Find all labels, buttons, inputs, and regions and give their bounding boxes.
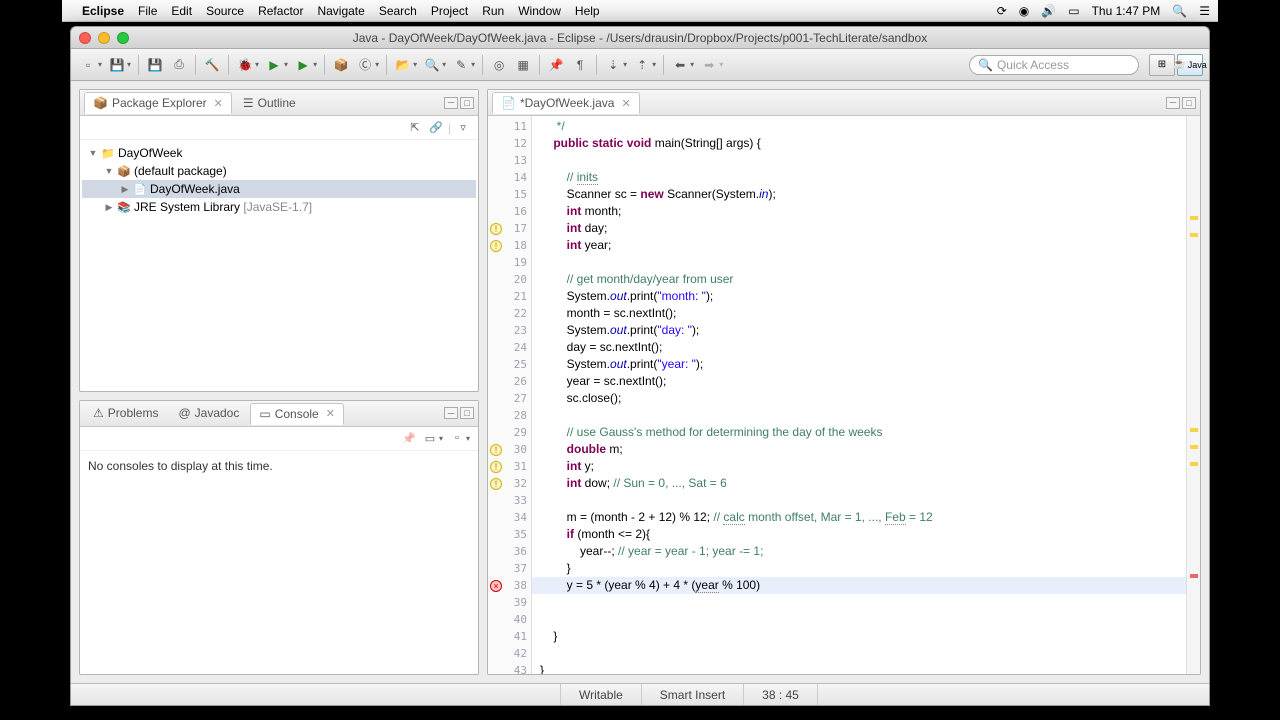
menu-navigate[interactable]: Navigate	[317, 4, 364, 18]
editor-body[interactable]: 1112131415161718192021222324252627282930…	[488, 116, 1200, 674]
menu-project[interactable]: Project	[431, 4, 468, 18]
battery-icon[interactable]: ▭	[1068, 4, 1079, 18]
zoom-window-button[interactable]	[117, 32, 129, 44]
search-button[interactable]: 🔍	[421, 54, 443, 76]
minimize-view-button[interactable]: －	[444, 97, 458, 109]
volume-icon[interactable]: 🔊	[1041, 4, 1056, 18]
new-console-button[interactable]: ▫	[448, 429, 466, 447]
mac-menubar: Eclipse File Edit Source Refactor Navigate Se…	[62, 0, 1218, 22]
menu-icon[interactable]: ☰	[1199, 4, 1210, 18]
tree-project[interactable]: ▼📁DayOfWeek	[82, 144, 476, 162]
java-perspective-button[interactable]: ☕Java	[1177, 54, 1203, 76]
menu-file[interactable]: File	[138, 4, 157, 18]
editor-view: 📄 *DayOfWeek.java ✕ － □ 1112131415161718…	[487, 89, 1201, 675]
maximize-view-button[interactable]: □	[460, 97, 474, 109]
tree-jre[interactable]: ▶📚 JRE System Library [JavaSE-1.7]	[82, 198, 476, 216]
tab-javadoc[interactable]: @Javadoc	[169, 402, 248, 424]
java-file-icon: 📄	[501, 96, 516, 110]
editor-code[interactable]: */ public static void main(String[] args…	[532, 116, 1186, 674]
back-button[interactable]: ⬅	[669, 54, 691, 76]
search-icon: 🔍	[978, 58, 993, 72]
menu-run[interactable]: Run	[482, 4, 504, 18]
close-icon[interactable]: ✕	[621, 97, 630, 110]
app-name[interactable]: Eclipse	[82, 4, 124, 18]
package-icon: 📦	[93, 96, 108, 110]
link-editor-button[interactable]: 🔗	[427, 119, 445, 137]
minimize-view-button[interactable]: －	[1166, 97, 1180, 109]
package-explorer-tab[interactable]: 📦 Package Explorer ✕	[84, 92, 232, 114]
clock[interactable]: Thu 1:47 PM	[1092, 4, 1161, 18]
status-writable: Writable	[561, 684, 642, 705]
wifi-icon[interactable]: ◉	[1019, 4, 1029, 18]
menu-refactor[interactable]: Refactor	[258, 4, 303, 18]
close-icon[interactable]: ✕	[214, 97, 223, 110]
minimize-window-button[interactable]	[98, 32, 110, 44]
toggle-block-button[interactable]: ▦	[512, 54, 534, 76]
overview-ruler[interactable]	[1186, 116, 1200, 674]
show-whitespace-button[interactable]: ¶	[569, 54, 591, 76]
outline-tab[interactable]: ☰ Outline	[234, 92, 305, 114]
new-button[interactable]: ▫	[77, 54, 99, 76]
build-button[interactable]: 🔨	[201, 54, 223, 76]
close-window-button[interactable]	[79, 32, 91, 44]
eclipse-window: Java - DayOfWeek/DayOfWeek.java - Eclips…	[70, 26, 1210, 706]
view-menu-button[interactable]: ▿	[454, 119, 472, 137]
open-type-button[interactable]: 📂	[392, 54, 414, 76]
task-button[interactable]: ✎	[450, 54, 472, 76]
open-perspective-button[interactable]: ⊞	[1149, 54, 1175, 76]
spotlight-icon[interactable]: 🔍	[1172, 4, 1187, 18]
package-explorer-view: 📦 Package Explorer ✕ ☰ Outline － □	[79, 89, 479, 392]
project-tree[interactable]: ▼📁DayOfWeek ▼📦(default package) ▶📄DayOfW…	[80, 140, 478, 391]
outline-icon: ☰	[243, 96, 254, 110]
sync-icon[interactable]: ⟳	[997, 4, 1007, 18]
toggle-mark-button[interactable]: ◎	[488, 54, 510, 76]
status-bar: Writable Smart Insert 38 : 45	[71, 683, 1209, 705]
menu-search[interactable]: Search	[379, 4, 417, 18]
next-annotation-button[interactable]: ⇣	[602, 54, 624, 76]
tab-problems[interactable]: ⚠Problems	[84, 402, 167, 424]
tab-console[interactable]: ▭Console✕	[250, 403, 344, 425]
tree-file[interactable]: ▶📄DayOfWeek.java	[82, 180, 476, 198]
status-insert-mode: Smart Insert	[642, 684, 744, 705]
maximize-view-button[interactable]: □	[1182, 97, 1196, 109]
minimize-view-button[interactable]: －	[444, 407, 458, 419]
main-toolbar: ▫▾ 💾▾ 💾 ⎙ 🔨 🐞▾ ▶▾ ▶▾ 📦 Ⓒ▾ 📂▾ 🔍▾ ✎▾ ◎ ▦ 📌…	[71, 49, 1209, 81]
display-console-button[interactable]: ▭	[421, 429, 439, 447]
window-titlebar[interactable]: Java - DayOfWeek/DayOfWeek.java - Eclips…	[71, 27, 1209, 49]
menu-edit[interactable]: Edit	[171, 4, 192, 18]
menu-window[interactable]: Window	[518, 4, 561, 18]
prev-annotation-button[interactable]: ⇡	[631, 54, 653, 76]
save-button[interactable]: 💾	[106, 54, 128, 76]
collapse-all-button[interactable]: ⇱	[406, 119, 424, 137]
status-cursor-pos: 38 : 45	[744, 684, 818, 705]
new-class-button[interactable]: Ⓒ	[354, 54, 376, 76]
editor-tab[interactable]: 📄 *DayOfWeek.java ✕	[492, 92, 640, 114]
forward-button[interactable]: ➡	[698, 54, 720, 76]
print-button[interactable]: ⎙	[168, 54, 190, 76]
save-all-button[interactable]: 💾	[144, 54, 166, 76]
window-title: Java - DayOfWeek/DayOfWeek.java - Eclips…	[79, 31, 1201, 45]
maximize-view-button[interactable]: □	[460, 407, 474, 419]
console-body: No consoles to display at this time.	[80, 451, 478, 674]
menu-help[interactable]: Help	[575, 4, 600, 18]
pin-button[interactable]: 📌	[545, 54, 567, 76]
tree-package[interactable]: ▼📦(default package)	[82, 162, 476, 180]
pin-console-button[interactable]: 📌	[400, 429, 418, 447]
quick-access-input[interactable]: 🔍 Quick Access	[969, 55, 1139, 75]
debug-button[interactable]: 🐞	[234, 54, 256, 76]
menu-source[interactable]: Source	[206, 4, 244, 18]
editor-gutter[interactable]: 1112131415161718192021222324252627282930…	[488, 116, 532, 674]
console-view: ⚠Problems@Javadoc▭Console✕ － □ 📌 ▭▾ ▫▾ N…	[79, 400, 479, 675]
system-tray: ⟳ ◉ 🔊 ▭ Thu 1:47 PM 🔍 ☰	[997, 4, 1210, 18]
close-icon[interactable]: ✕	[326, 407, 335, 420]
run-button[interactable]: ▶	[263, 54, 285, 76]
run-last-button[interactable]: ▶	[292, 54, 314, 76]
new-package-button[interactable]: 📦	[330, 54, 352, 76]
